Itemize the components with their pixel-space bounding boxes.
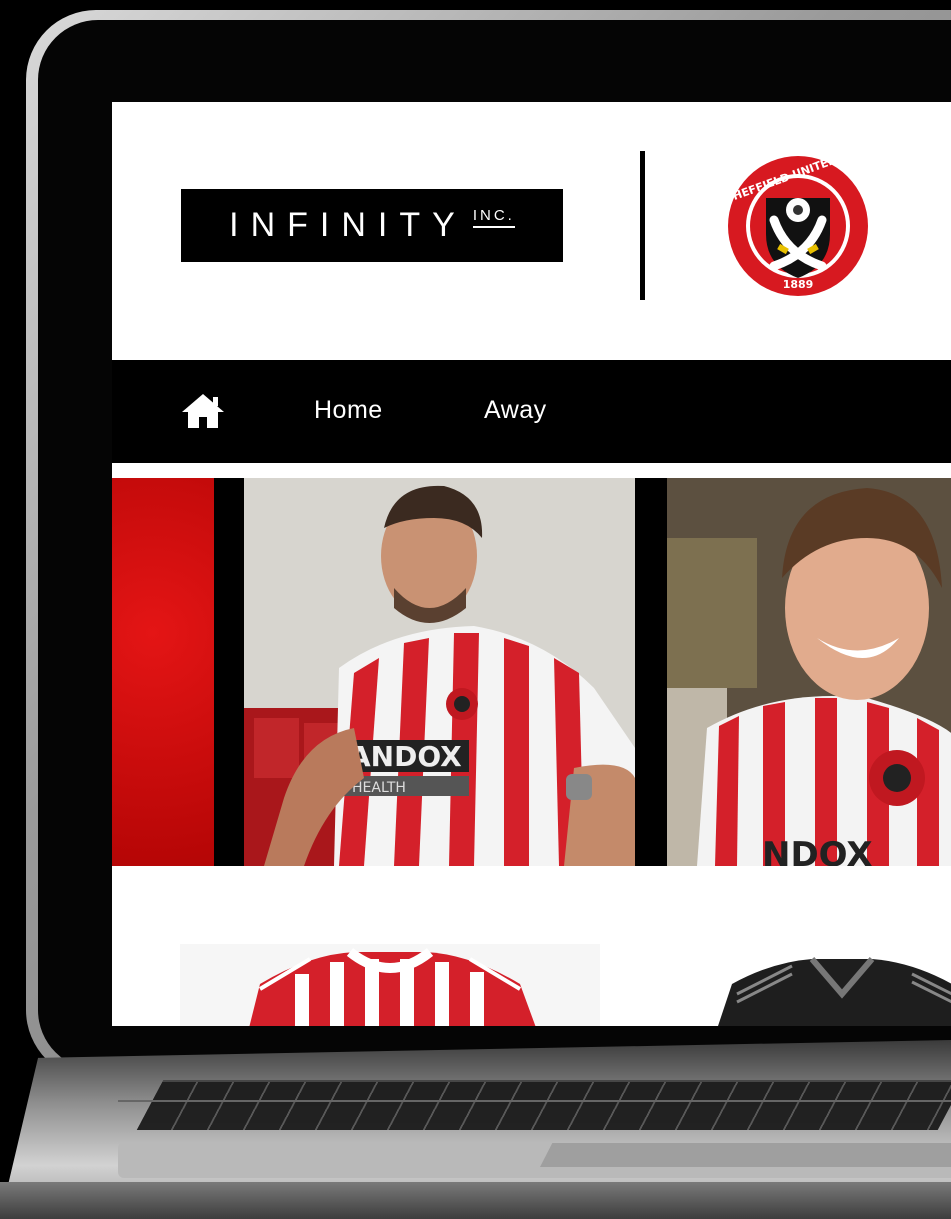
home-kit-shirt-image [249, 948, 536, 1026]
hero-red-strip [112, 478, 214, 866]
crest-year: 1889 [783, 278, 814, 291]
away-kit-shirt-image [718, 957, 951, 1026]
laptop-base-edge [0, 1182, 951, 1219]
laptop-touchpad [540, 1143, 951, 1167]
nav-home-link[interactable]: Home [314, 396, 383, 425]
header-divider [640, 151, 645, 300]
nav-away-link[interactable]: Away [484, 396, 547, 425]
brand-suffix: INC. [472, 207, 515, 228]
sponsor-text-1: ANDOX [349, 740, 462, 773]
club-crest-icon[interactable]: SHEFFIELD UNITED 1889 [726, 154, 870, 298]
product-home-kit[interactable] [180, 944, 600, 1026]
hero-photo-player-1[interactable]: ANDOX HEALTH [244, 478, 635, 866]
browser-viewport: INFINITY INC. SHEFFIELD UNITED 1889 Home… [112, 102, 951, 1026]
product-grid [112, 866, 951, 1026]
product-away-kit[interactable] [702, 944, 951, 1026]
main-nav: Home Away [112, 360, 951, 463]
infinity-logo[interactable]: INFINITY INC. [181, 189, 563, 262]
keyboard-edge [118, 1100, 951, 1102]
hero-banner: ANDOX HEALTH NDOX [112, 478, 951, 866]
player-2-illustration: NDOX [667, 478, 951, 866]
home-icon[interactable] [180, 392, 226, 430]
site-header: INFINITY INC. SHEFFIELD UNITED 1889 [112, 102, 951, 360]
hero-photo-player-2[interactable]: NDOX [667, 478, 951, 866]
sponsor-subtext-1: HEALTH [352, 780, 406, 796]
sponsor-text-2: NDOX [762, 835, 873, 866]
player-1-illustration: ANDOX HEALTH [244, 478, 635, 866]
brand-name: INFINITY [229, 206, 467, 244]
laptop-keyboard [136, 1080, 951, 1130]
